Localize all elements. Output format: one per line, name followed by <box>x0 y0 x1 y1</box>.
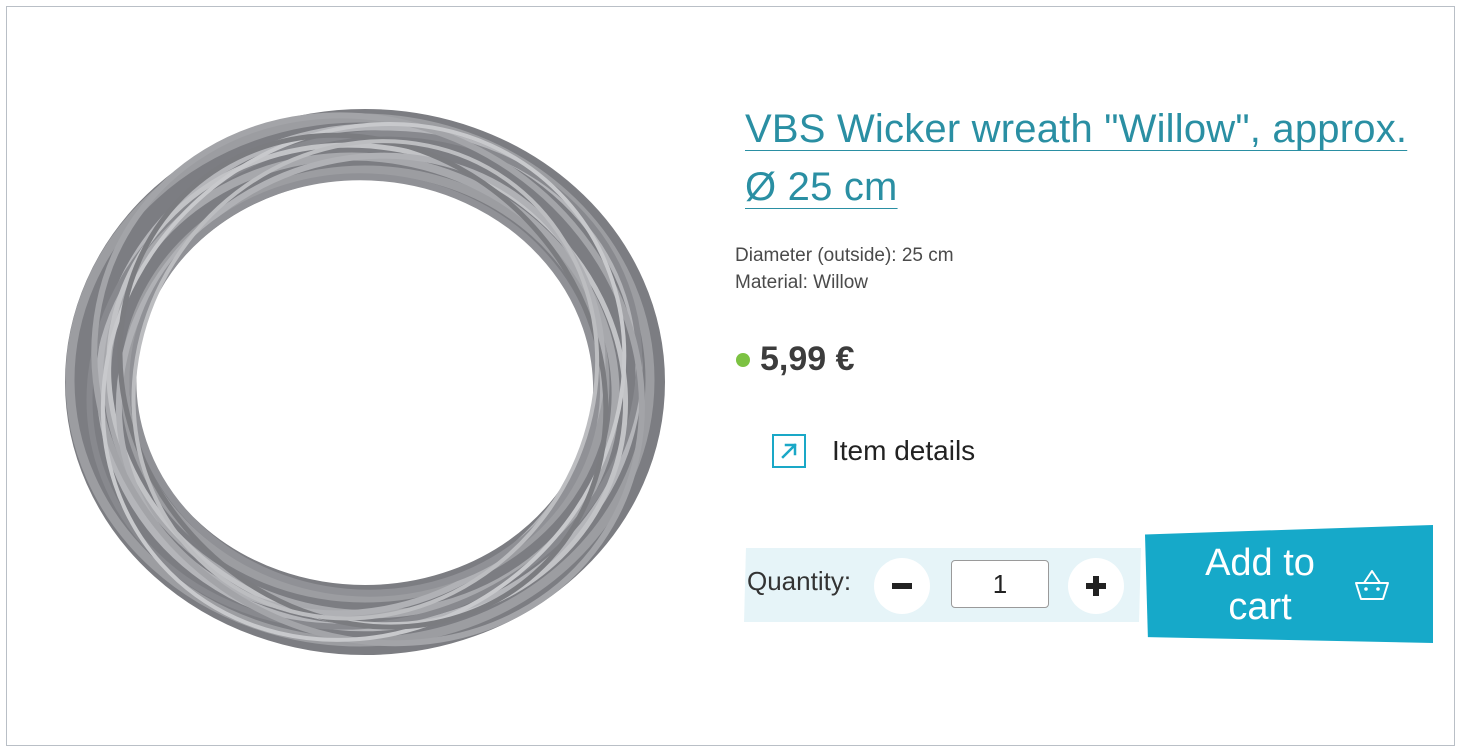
item-details-link[interactable]: Item details <box>772 434 975 468</box>
quantity-decrement-button[interactable] <box>874 558 930 614</box>
quantity-label: Quantity: <box>747 566 852 596</box>
quantity-increment-button[interactable] <box>1068 558 1124 614</box>
plus-icon <box>1086 576 1106 596</box>
external-link-arrow-icon <box>772 434 806 468</box>
add-to-cart-button[interactable]: Add to cart <box>1145 525 1433 643</box>
stock-status-dot-icon <box>736 352 750 367</box>
product-image[interactable] <box>60 100 680 660</box>
spec-diameter: Diameter (outside): 25 cm <box>735 245 954 266</box>
spec-material: Material: Willow <box>735 272 869 293</box>
product-specs: Diameter (outside): 25 cm Material: Will… <box>735 242 954 296</box>
minus-icon <box>892 583 912 589</box>
basket-icon <box>1355 570 1389 600</box>
price-row: 5,99 € <box>736 340 855 379</box>
add-to-cart-label: Add to cart <box>1205 542 1315 628</box>
product-price: 5,99 € <box>760 340 855 378</box>
quantity-input[interactable] <box>951 560 1049 608</box>
item-details-label: Item details <box>832 435 976 466</box>
product-title[interactable]: VBS Wicker wreath "Willow", approx. Ø 25… <box>745 100 1425 216</box>
